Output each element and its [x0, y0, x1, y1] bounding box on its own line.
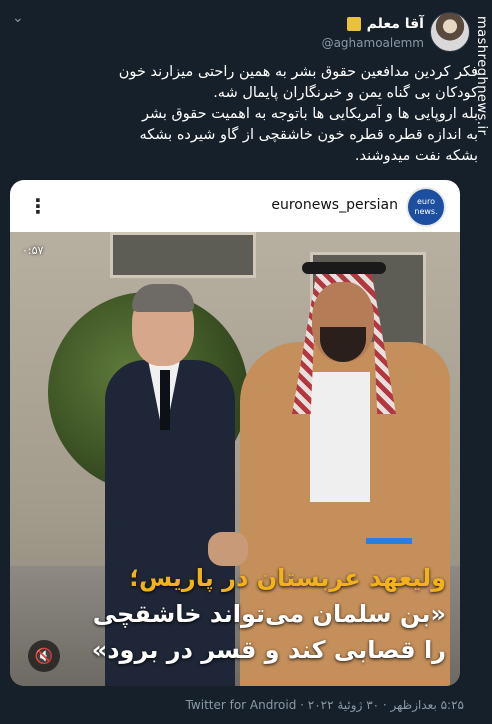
emoji-badge-icon: [346, 17, 361, 31]
tweet-media[interactable]: ⋮ euronews_persian euro news. ۰:۵۷ ولیعه…: [10, 180, 460, 686]
instagram-post-header: ⋮ euronews_persian euro news.: [10, 180, 460, 232]
person-right-thobe: [310, 372, 370, 502]
person-left-tie: [160, 370, 170, 430]
logo-line2: news.: [414, 207, 438, 216]
caption-line-3: را قصابی کند و قسر در برود»: [91, 636, 446, 664]
instagram-account-name: euronews_persian: [271, 197, 398, 213]
name-row[interactable]: آقا معلم: [346, 16, 424, 32]
video-duration: ۰:۵۷: [22, 244, 44, 257]
caption-line-1: ولیعهد عربستان در پاریس؛: [129, 564, 446, 592]
more-icon[interactable]: ⌄: [12, 10, 24, 26]
speaker-muted-icon[interactable]: 🔇: [28, 640, 60, 672]
watermark: mashreghnews.ir: [474, 16, 489, 136]
tweet-header: آقا معلم @aghamoalemm ⌄: [0, 8, 492, 52]
tweet-text: فکر کردین مدافعین حقوق بشر به همین راحتی…: [118, 64, 478, 164]
video-frame[interactable]: ۰:۵۷ ولیعهد عربستان در پاریس؛ «بن سلمان …: [10, 232, 460, 686]
caption-line-2: «بن سلمان می‌تواند خاشقچی: [92, 600, 446, 628]
person-right-agal: [302, 262, 386, 274]
avatar[interactable]: [430, 12, 470, 52]
logo-line1: euro: [417, 197, 435, 206]
person-left-hair: [132, 284, 194, 312]
caption-accent-bar: [366, 538, 412, 544]
user-handle[interactable]: @aghamoalemm: [322, 36, 424, 50]
building-window: [110, 232, 256, 278]
vertical-dots-icon[interactable]: ⋮: [28, 192, 48, 220]
euronews-logo: euro news.: [406, 187, 446, 227]
video-caption: ولیعهد عربستان در پاریس؛ «بن سلمان می‌تو…: [24, 560, 446, 668]
tweet-meta: ۵:۲۵ بعدازظهر · ۳۰ ژوئیهٔ ۲۰۲۲ · Twitter…: [185, 698, 464, 712]
display-name[interactable]: آقا معلم: [367, 16, 424, 32]
